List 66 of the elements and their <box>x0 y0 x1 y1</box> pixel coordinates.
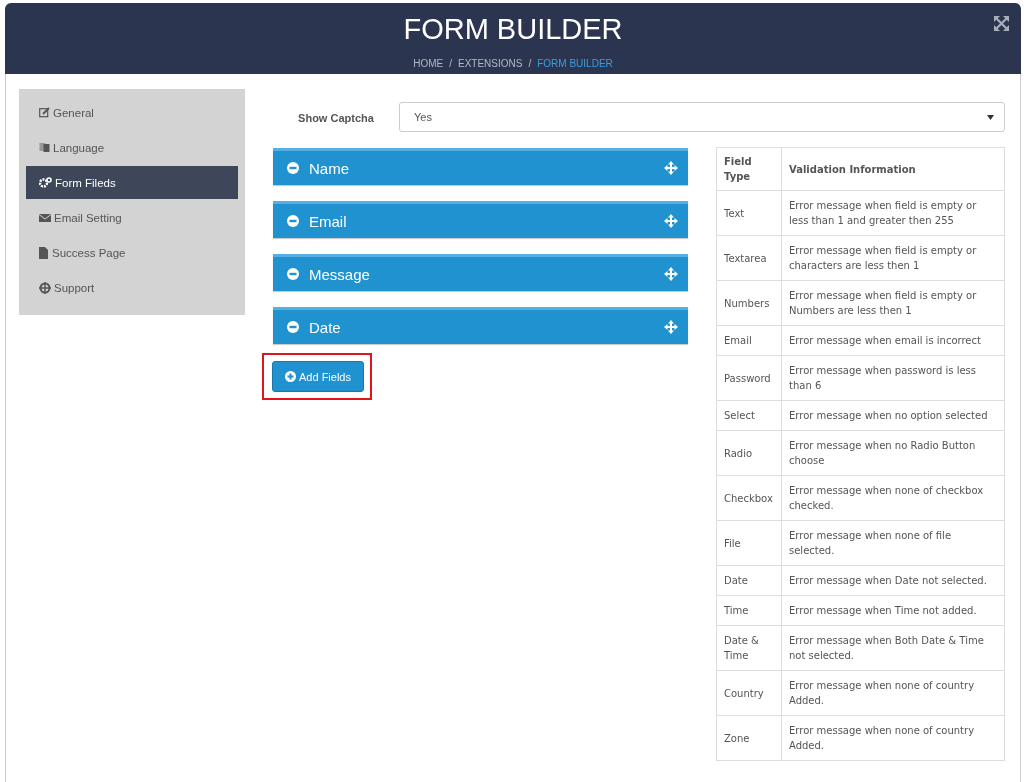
breadcrumb-link[interactable]: HOME <box>413 58 444 69</box>
lifebuoy-icon <box>39 281 51 294</box>
sidebar-item[interactable]: Support <box>26 271 238 304</box>
table-cell: Text <box>716 190 782 236</box>
move-icon[interactable] <box>664 161 678 175</box>
table-cell: Email <box>716 325 782 356</box>
plus-circle-icon <box>285 371 296 382</box>
table-cell: Date & Time <box>716 625 782 671</box>
column-header: Field Type <box>716 147 782 191</box>
minus-circle-icon[interactable] <box>287 321 299 333</box>
translate-icon <box>39 142 50 153</box>
table-cell: Time <box>716 595 782 626</box>
breadcrumb-separator: / <box>528 58 532 69</box>
minus-circle-icon[interactable] <box>287 162 299 174</box>
table-cell: Select <box>716 400 782 431</box>
breadcrumb-separator: / <box>449 58 452 69</box>
table-cell: Checkbox <box>716 475 782 521</box>
table-cell: Zone <box>716 715 782 761</box>
table-cell: Error message when field is empty or Numbers are less then 1 <box>781 280 1005 326</box>
field-bar[interactable]: Name <box>273 148 688 185</box>
table-cell: Error message when none of checkbox checked. <box>781 475 1005 521</box>
table-cell: Error message when field is empty or less than 1 and greater then 255 <box>781 190 1005 236</box>
column-header: Validation Information <box>781 147 1005 191</box>
sidebar-item[interactable]: Email Setting <box>26 201 238 234</box>
envelope-icon <box>39 212 51 223</box>
page-title: FORM BUILDER <box>403 12 623 46</box>
caret-icon <box>987 114 994 120</box>
captcha-select[interactable]: Yes <box>399 102 1005 132</box>
field-label: Show Captcha <box>297 112 375 124</box>
sidebar-item[interactable]: Form Fileds <box>26 166 238 199</box>
document-icon <box>39 246 49 259</box>
table-cell: Error message when none of file selected. <box>781 520 1005 566</box>
expand-icon[interactable] <box>994 16 1009 31</box>
field-bar[interactable]: Message <box>273 254 688 291</box>
table-cell: Date <box>716 565 782 596</box>
table-cell: Country <box>716 670 782 716</box>
table-cell: Textarea <box>716 235 782 281</box>
sidebar-item[interactable]: General <box>26 96 238 129</box>
table-cell: Error message when none of country Added. <box>781 715 1005 761</box>
table-cell: Error message when none of country Added. <box>781 670 1005 716</box>
sidebar-item[interactable]: Success Page <box>26 236 238 269</box>
table-cell: Error message when field is empty or characters are less then 1 <box>781 235 1005 281</box>
table-cell: File <box>716 520 782 566</box>
move-icon[interactable] <box>664 267 678 281</box>
field-bar[interactable]: Date <box>273 307 688 344</box>
minus-circle-icon[interactable] <box>287 268 299 280</box>
sidebar-item[interactable]: Language <box>26 131 238 164</box>
table-cell: Error message when password is less than 6 <box>781 355 1005 401</box>
breadcrumb-current: FORM BUILDER <box>537 58 613 69</box>
move-icon[interactable] <box>664 214 678 228</box>
table-cell: Error message when Time not added. <box>781 595 1005 626</box>
add-fields-button[interactable]: Add Fields <box>272 361 364 392</box>
breadcrumb-link[interactable]: EXTENSIONS <box>458 58 523 69</box>
table-cell: Numbers <box>716 280 782 326</box>
table-cell: Radio <box>716 430 782 476</box>
edit-icon <box>39 107 50 118</box>
move-icon[interactable] <box>664 320 678 334</box>
minus-circle-icon[interactable] <box>287 215 299 227</box>
table-cell: Error message when email is incorrect <box>781 325 1005 356</box>
table-cell: Error message when no option selected <box>781 400 1005 431</box>
gears-icon <box>39 177 52 188</box>
table-cell: Error message when Both Date & Time not selected. <box>781 625 1005 671</box>
table-cell: Error message when no Radio Button choose <box>781 430 1005 476</box>
field-bar[interactable]: Email <box>273 201 688 238</box>
table-cell: Error message when Date not selected. <box>781 565 1005 596</box>
table-cell: Password <box>716 355 782 401</box>
